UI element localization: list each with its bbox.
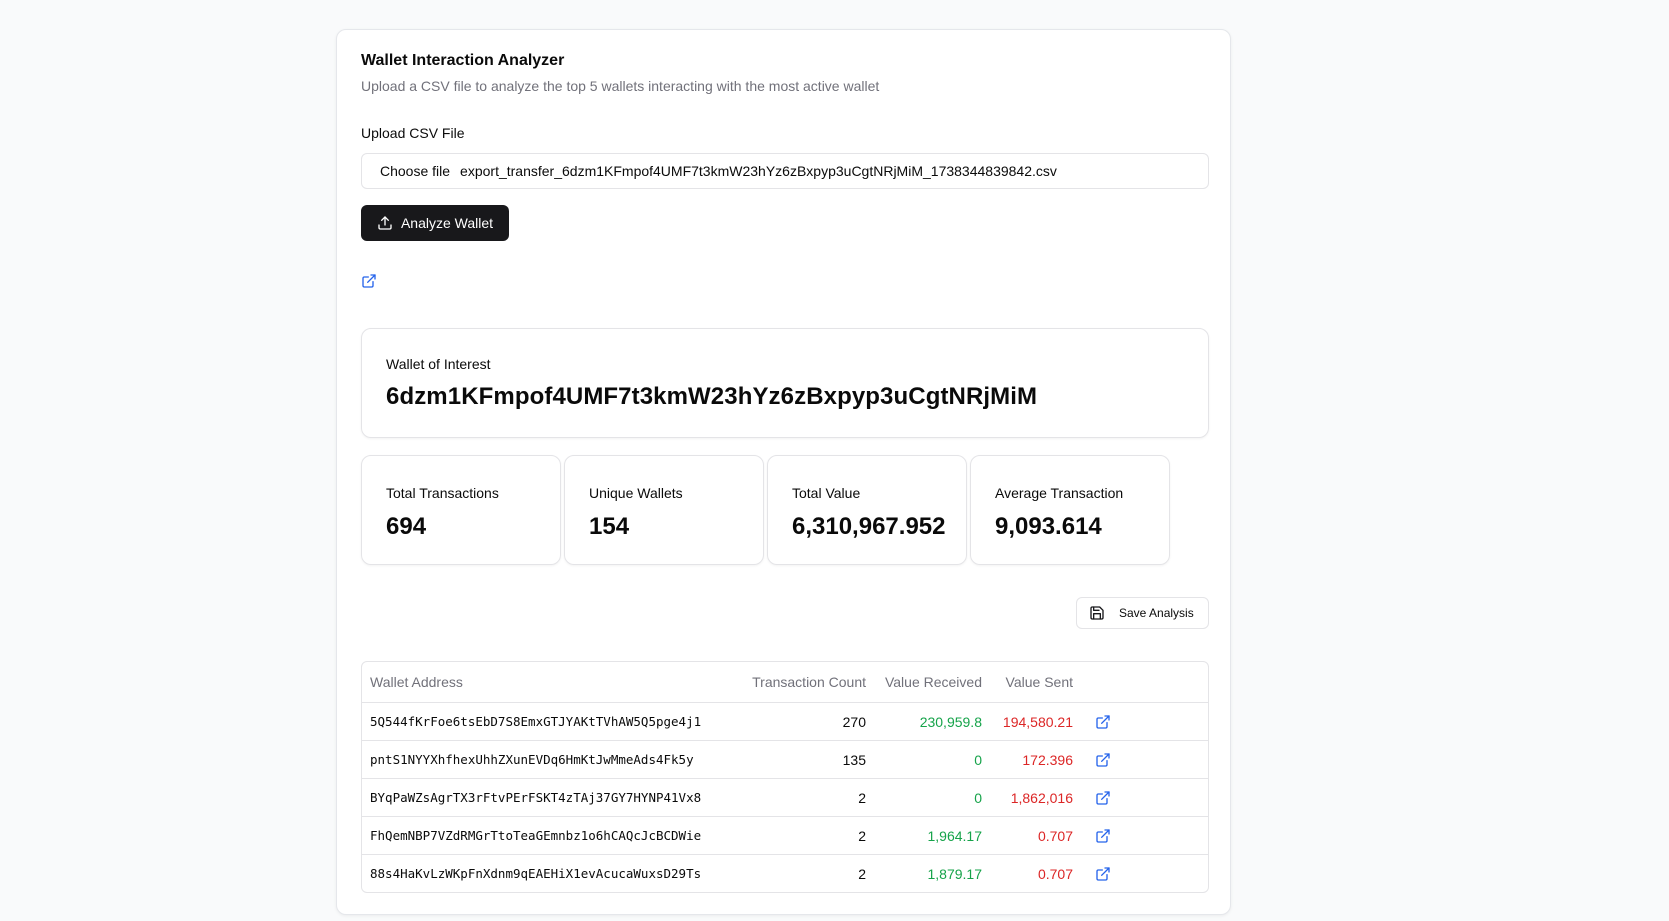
- upload-label: Upload CSV File: [361, 125, 465, 141]
- save-analysis-label: Save Analysis: [1119, 606, 1194, 620]
- table-row: FhQemNBP7VZdRMGrTtoTeaGEmnbz1o6hCAQcJcBC…: [362, 816, 1208, 855]
- stat-value: 6,310,967.952: [792, 513, 946, 540]
- save-analysis-button[interactable]: Save Analysis: [1076, 597, 1209, 629]
- transaction-count-cell: 270: [728, 702, 874, 741]
- stat-label: Total Transactions: [386, 485, 499, 501]
- action-cell: [1081, 816, 1208, 855]
- value-sent-cell: 172.396: [990, 740, 1081, 779]
- external-link-icon[interactable]: [1095, 790, 1111, 806]
- value-sent-cell: 1,862,016: [990, 778, 1081, 817]
- stat-card-total-value: Total Value 6,310,967.952: [767, 455, 967, 565]
- page-title: Wallet Interaction Analyzer: [361, 52, 565, 69]
- value-received-cell: 1,964.17: [874, 816, 990, 855]
- wallet-address-cell: 5Q544fKrFoe6tsEbD7S8EmxGTJYAKtTVhAW5Q5pg…: [362, 702, 728, 741]
- upload-icon: [378, 216, 392, 230]
- wallet-address-cell: 88s4HaKvLzWKpFnXdnm9qEAEHiX1evAcucaWuxsD…: [370, 866, 702, 881]
- external-link-icon[interactable]: [1095, 714, 1111, 730]
- stat-value: 154: [589, 513, 630, 540]
- analyzer-card: Wallet Interaction Analyzer Upload a CSV…: [336, 29, 1231, 915]
- wallet-address-cell: pntS1NYYXhfhexUhhZXunEVDq6HmKtJwMmeAds4F…: [362, 740, 728, 779]
- wallet-address-cell: FhQemNBP7VZdRMGrTtoTeaGEmnbz1o6hCAQcJcBC…: [362, 816, 728, 855]
- page-subtitle: Upload a CSV file to analyze the top 5 w…: [361, 78, 880, 94]
- value-received-cell: 230,959.8: [874, 702, 990, 741]
- wallet-address-cell: BYqPaWZsAgrTX3rFtvPErFSKT4zTAj37GY7HYNP4…: [362, 778, 728, 817]
- stat-label: Unique Wallets: [589, 485, 683, 501]
- value-sent-cell: 0.707: [1037, 865, 1073, 882]
- stat-card-unique-wallets: Unique Wallets 154: [564, 455, 764, 565]
- external-link-icon[interactable]: [361, 273, 377, 289]
- analyze-wallet-label: Analyze Wallet: [400, 215, 494, 231]
- value-sent-cell: 194,580.21: [990, 702, 1081, 741]
- column-header-transaction-count: Transaction Count: [728, 662, 874, 703]
- choose-file-button[interactable]: Choose file: [380, 163, 450, 179]
- value-sent-cell: 0.707: [990, 816, 1081, 855]
- transaction-count-cell: 2: [728, 816, 874, 855]
- stat-card-total-transactions: Total Transactions 694: [361, 455, 561, 565]
- selected-file-name: export_transfer_6dzm1KFmpof4UMF7t3kmW23h…: [460, 163, 1057, 179]
- transaction-count-cell: 2: [858, 865, 866, 882]
- wallet-of-interest-address: 6dzm1KFmpof4UMF7t3kmW23hYz6zBxpyp3uCgtNR…: [386, 383, 1038, 410]
- action-cell: [1081, 702, 1208, 741]
- table-row: BYqPaWZsAgrTX3rFtvPErFSKT4zTAj37GY7HYNP4…: [362, 778, 1208, 817]
- external-link-icon[interactable]: [1095, 828, 1111, 844]
- wallet-of-interest-card: Wallet of Interest 6dzm1KFmpof4UMF7t3kmW…: [361, 328, 1209, 438]
- action-cell: [1081, 740, 1208, 779]
- table-row: 88s4HaKvLzWKpFnXdnm9qEAEHiX1evAcucaWuxsD…: [362, 855, 1208, 893]
- column-header-value-received: Value Received: [874, 662, 990, 703]
- stat-label: Average Transaction: [995, 485, 1124, 501]
- table-row: pntS1NYYXhfhexUhhZXunEVDq6HmKtJwMmeAds4F…: [362, 740, 1208, 779]
- stat-value: 694: [386, 513, 427, 540]
- csv-file-input[interactable]: Choose file export_transfer_6dzm1KFmpof4…: [361, 153, 1209, 189]
- table-row: 5Q544fKrFoe6tsEbD7S8EmxGTJYAKtTVhAW5Q5pg…: [362, 702, 1208, 741]
- stat-label: Total Value: [792, 485, 861, 501]
- action-cell: [1081, 855, 1208, 893]
- save-icon: [1090, 606, 1104, 620]
- column-header-actions: [1081, 662, 1208, 703]
- analyze-wallet-button[interactable]: Analyze Wallet: [361, 205, 509, 241]
- value-received-cell: 0: [874, 740, 990, 779]
- column-header-wallet-address: Wallet Address: [362, 662, 728, 703]
- action-cell: [1081, 778, 1208, 817]
- wallet-of-interest-label: Wallet of Interest: [386, 356, 491, 372]
- stat-card-average-transaction: Average Transaction 9,093.614: [970, 455, 1170, 565]
- table-header-row: Wallet Address Transaction Count Value R…: [362, 662, 1208, 703]
- wallets-table: Wallet Address Transaction Count Value R…: [361, 661, 1209, 893]
- stat-value: 9,093.614: [995, 513, 1102, 540]
- value-received-cell: 1,879.17: [927, 865, 983, 882]
- transaction-count-cell: 135: [728, 740, 874, 779]
- external-link-icon[interactable]: [1095, 866, 1111, 882]
- value-received-cell: 0: [874, 778, 990, 817]
- external-link-icon[interactable]: [1095, 752, 1111, 768]
- column-header-value-sent: Value Sent: [990, 662, 1081, 703]
- transaction-count-cell: 2: [728, 778, 874, 817]
